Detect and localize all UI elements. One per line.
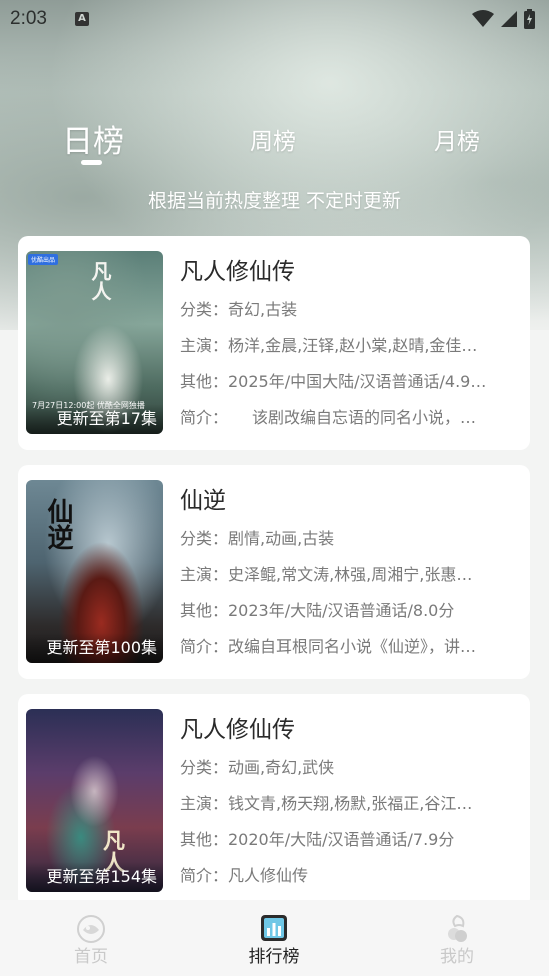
nav-home-label: 首页 <box>74 947 108 967</box>
nav-ranking[interactable]: 排行榜 <box>214 900 334 976</box>
episode-label: 更新至第17集 <box>26 404 163 434</box>
poster-title-art: 仙逆 <box>43 498 73 550</box>
poster-title-art: 凡人 <box>88 261 112 301</box>
nav-ranking-label: 排行榜 <box>248 947 300 967</box>
ranking-card[interactable]: 仙逆 更新至第100集 仙逆 分类：剧情,动画,古装 主演：史泽鲲,常文涛,林强… <box>18 465 530 679</box>
card-intro: 简介：改编自耳根同名小说《仙逆》，讲… <box>180 637 477 656</box>
poster-image[interactable]: 凡人 更新至第154集 <box>26 709 163 892</box>
card-cast: 主演：钱文青,杨天翔,杨默,张福正,谷江… <box>180 794 473 813</box>
ranking-icon <box>261 915 287 941</box>
card-other: 其他：2025年/中国大陆/汉语普通话/4.9… <box>180 372 487 391</box>
card-cast: 主演：杨洋,金晨,汪铎,赵小棠,赵晴,金佳… <box>180 336 478 355</box>
profile-icon <box>448 914 467 942</box>
ranking-card[interactable]: 优酷出品 凡人 7月27日12:00起 优酷全网独播 更新至第17集 凡人修仙传… <box>18 236 530 450</box>
episode-label: 更新至第100集 <box>26 633 163 663</box>
wifi-icon <box>472 10 494 27</box>
card-category: 分类：动画,奇幻,武侠 <box>180 758 335 777</box>
notification-icon: A <box>74 12 89 26</box>
poster-image[interactable]: 仙逆 更新至第100集 <box>26 480 163 663</box>
ranking-card[interactable]: 凡人 更新至第154集 凡人修仙传 分类：动画,奇幻,武侠 主演：钱文青,杨天翔… <box>18 694 530 908</box>
card-intro: 简介： 该剧改编自忘语的同名小说，… <box>180 408 477 427</box>
nav-home[interactable]: 首页 <box>31 900 151 976</box>
bottom-navigation: 首页 排行榜 我的 <box>0 900 549 976</box>
card-title: 凡人修仙传 <box>180 259 295 285</box>
card-category: 分类：剧情,动画,古装 <box>180 529 335 548</box>
home-icon <box>77 915 105 943</box>
tab-indicator <box>81 160 102 165</box>
card-other: 其他：2020年/大陆/汉语普通话/7.9分 <box>180 830 455 849</box>
tab-monthly[interactable]: 月榜 <box>434 122 480 156</box>
card-title: 凡人修仙传 <box>180 717 295 743</box>
nav-profile[interactable]: 我的 <box>397 900 517 976</box>
nav-profile-label: 我的 <box>440 947 474 967</box>
card-category: 分类：奇幻,古装 <box>180 300 298 319</box>
poster-badge: 优酷出品 <box>28 254 59 265</box>
ranking-subtitle: 根据当前热度整理 不定时更新 <box>147 190 402 212</box>
status-time: 2:03 <box>10 8 47 29</box>
card-cast: 主演：史泽鲲,常文涛,林强,周湘宁,张惠… <box>180 565 473 584</box>
card-other: 其他：2023年/大陆/汉语普通话/8.0分 <box>180 601 455 620</box>
tab-daily[interactable]: 日榜 <box>62 116 124 161</box>
tab-weekly[interactable]: 周榜 <box>250 122 296 156</box>
card-title: 仙逆 <box>180 488 226 514</box>
signal-icon <box>501 11 517 27</box>
card-intro: 简介：凡人修仙传 <box>180 866 309 885</box>
episode-label: 更新至第154集 <box>26 862 163 892</box>
battery-icon <box>524 9 535 29</box>
status-bar: 2:03 A <box>0 0 549 38</box>
status-icons <box>472 9 535 29</box>
poster-image[interactable]: 优酷出品 凡人 7月27日12:00起 优酷全网独播 更新至第17集 <box>26 251 163 434</box>
